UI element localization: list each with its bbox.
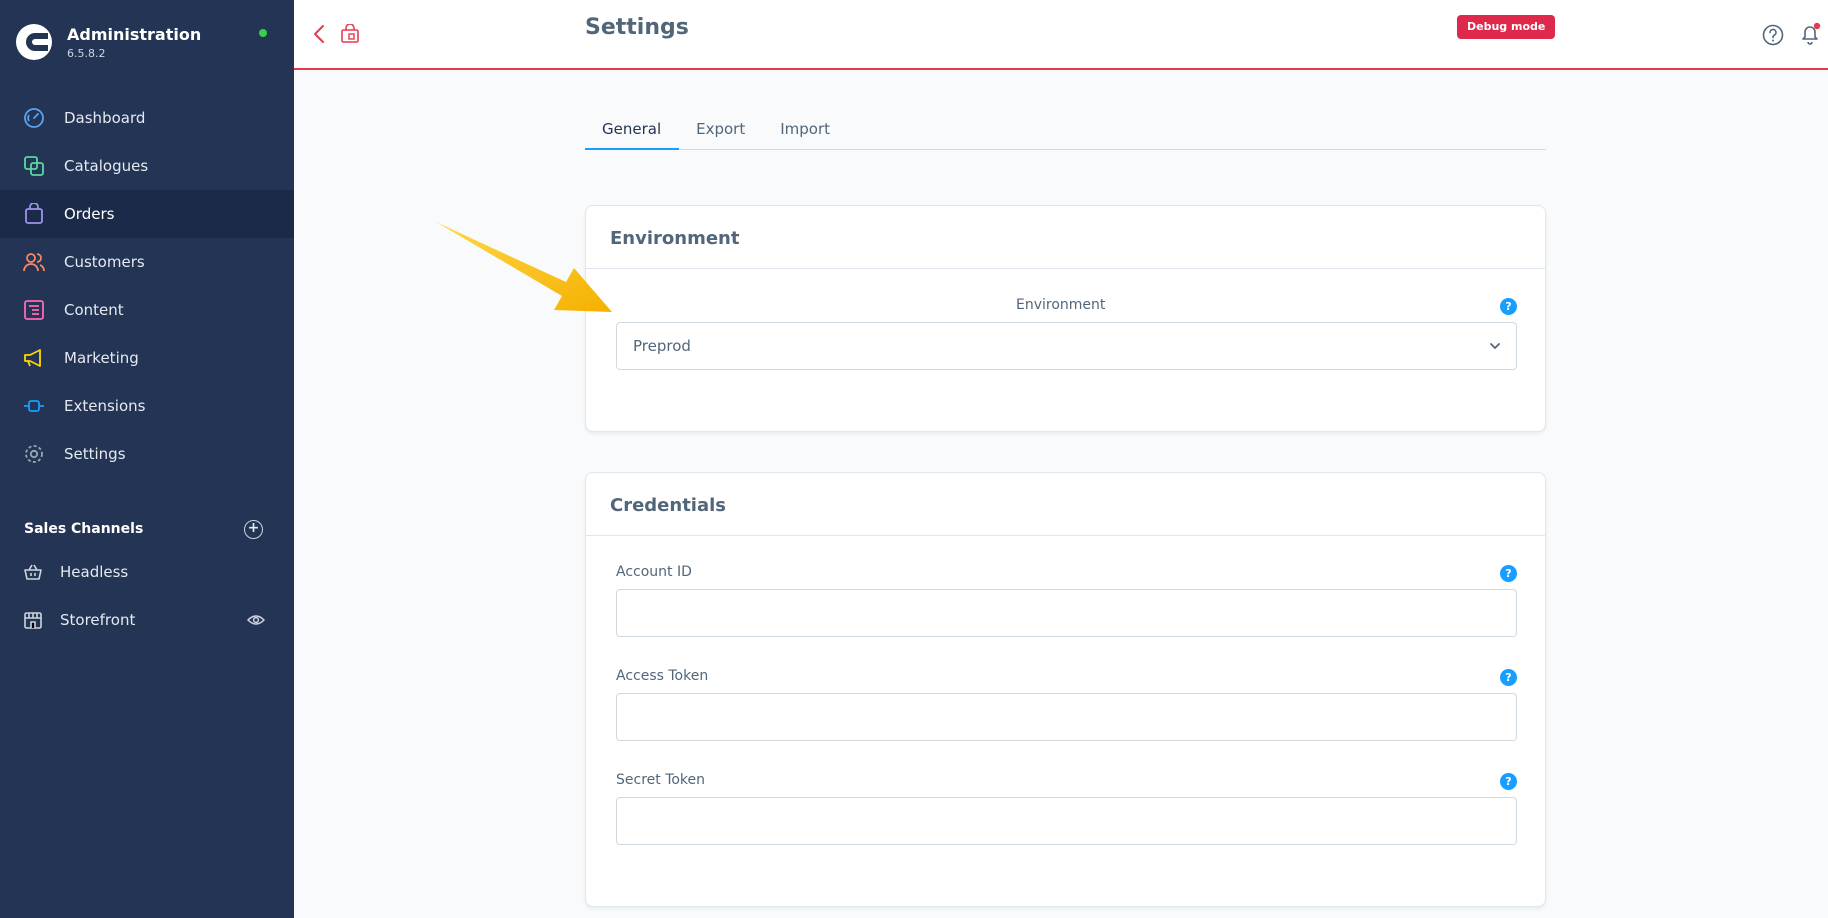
sales-channel-headless[interactable]: Headless <box>0 548 294 596</box>
help-icon[interactable] <box>1762 24 1784 46</box>
nav-item-settings[interactable]: Settings <box>0 430 294 478</box>
nav-label: Content <box>64 301 124 319</box>
nav-label: Settings <box>64 445 126 463</box>
sales-channels-title: Sales Channels <box>24 521 144 537</box>
secret-token-help-icon[interactable]: ? <box>1500 773 1517 790</box>
notification-bell-icon[interactable] <box>1798 22 1822 46</box>
tab-general[interactable]: General <box>585 110 680 150</box>
tab-export[interactable]: Export <box>679 110 763 150</box>
tab-import[interactable]: Import <box>763 110 848 150</box>
main-nav: Dashboard Catalogues Orders Customers Co… <box>0 94 294 478</box>
app-version: 6.5.8.2 <box>67 47 106 60</box>
nav-item-catalogues[interactable]: Catalogues <box>0 142 294 190</box>
nav-label: Orders <box>64 205 115 223</box>
chevron-down-icon <box>1490 343 1500 349</box>
nav-label: Customers <box>64 253 145 271</box>
content-icon <box>24 300 44 320</box>
sales-channel-label: Storefront <box>60 611 136 629</box>
back-arrow-icon[interactable] <box>312 24 326 44</box>
sales-channel-label: Headless <box>60 563 129 581</box>
environment-selected-value: Preprod <box>633 337 691 355</box>
nav-label: Marketing <box>64 349 139 367</box>
app-title: Administration <box>67 25 202 44</box>
environment-field-label: Environment <box>1016 297 1106 313</box>
environment-help-icon[interactable]: ? <box>1500 298 1517 315</box>
catalogues-icon <box>24 156 44 176</box>
shopware-logo-icon <box>16 24 52 60</box>
top-header: Settings Debug mode <box>294 0 1828 70</box>
debug-mode-badge: Debug mode <box>1457 15 1556 39</box>
orders-icon <box>25 203 43 224</box>
access-token-label: Access Token <box>616 668 709 684</box>
sales-channels-heading: Sales Channels + <box>0 510 294 548</box>
page-title: Settings <box>585 15 689 40</box>
credentials-card-title: Credentials <box>586 473 1545 536</box>
account-id-input[interactable] <box>616 589 1517 637</box>
shopping-bag-icon[interactable] <box>340 24 360 44</box>
environment-select[interactable]: Preprod <box>616 322 1517 370</box>
nav-item-dashboard[interactable]: Dashboard <box>0 94 294 142</box>
environment-card: Environment Environment ? Preprod <box>585 205 1546 432</box>
credentials-card: Credentials Account ID ? Access Token ? … <box>585 472 1546 907</box>
customers-icon <box>23 253 45 272</box>
nav-item-customers[interactable]: Customers <box>0 238 294 286</box>
account-id-label: Account ID <box>616 564 692 580</box>
nav-label: Dashboard <box>64 109 146 127</box>
sales-channel-storefront[interactable]: Storefront <box>0 596 294 644</box>
nav-label: Catalogues <box>64 157 149 175</box>
nav-item-extensions[interactable]: Extensions <box>0 382 294 430</box>
secret-token-input[interactable] <box>616 797 1517 845</box>
marketing-icon <box>24 349 41 367</box>
add-sales-channel-button[interactable]: + <box>244 520 263 539</box>
nav-item-content[interactable]: Content <box>0 286 294 334</box>
nav-item-orders[interactable]: Orders <box>0 190 294 238</box>
storefront-icon <box>24 612 42 629</box>
access-token-input[interactable] <box>616 693 1517 741</box>
settings-tabs: General Export Import <box>585 110 1546 150</box>
access-token-help-icon[interactable]: ? <box>1500 669 1517 686</box>
secret-token-label: Secret Token <box>616 772 706 788</box>
sales-channels: Sales Channels + Headless Storefront <box>0 510 294 644</box>
environment-card-title: Environment <box>586 206 1545 269</box>
nav-label: Extensions <box>64 397 146 415</box>
annotation-arrow-icon <box>436 222 612 312</box>
eye-icon[interactable] <box>247 612 265 628</box>
account-id-help-icon[interactable]: ? <box>1500 565 1517 582</box>
online-status-dot <box>259 29 267 37</box>
sidebar: Administration 6.5.8.2 Dashboard Catalog… <box>0 0 294 918</box>
basket-icon <box>24 564 42 580</box>
brand: Administration 6.5.8.2 <box>16 22 201 60</box>
nav-item-marketing[interactable]: Marketing <box>0 334 294 382</box>
settings-icon <box>25 445 43 463</box>
extensions-icon <box>24 400 44 412</box>
dashboard-icon <box>24 108 44 128</box>
